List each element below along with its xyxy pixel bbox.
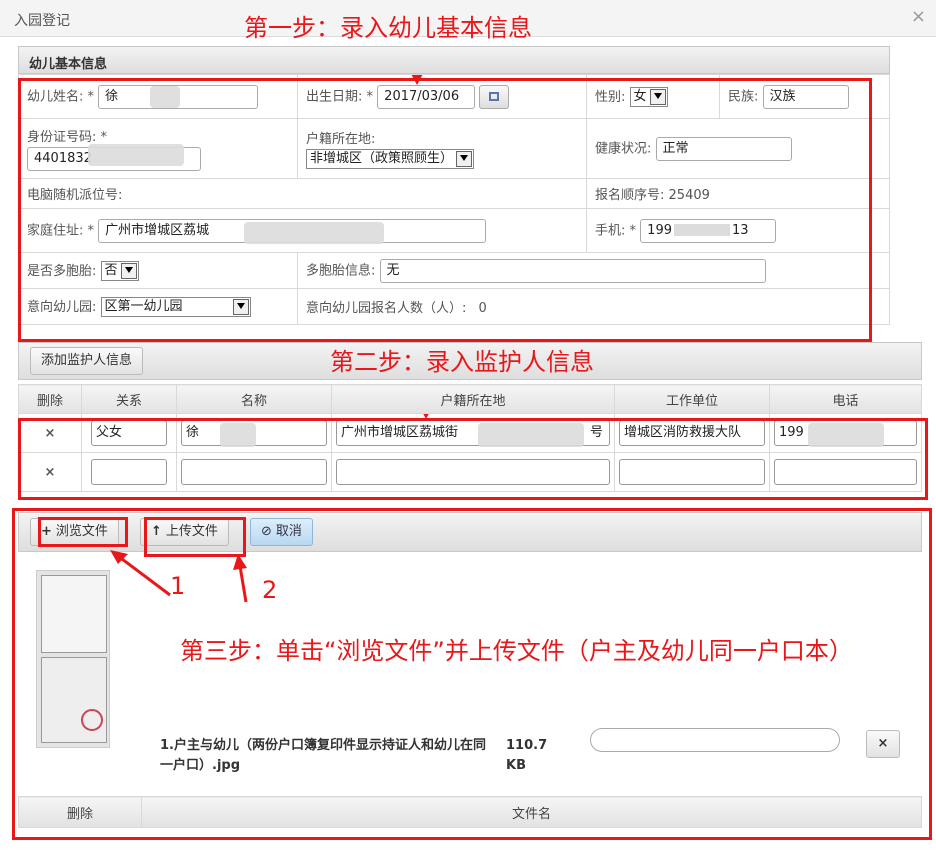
cancel-icon: ⊘ — [261, 524, 272, 539]
col-huji: 户籍所在地 — [331, 384, 615, 414]
basic-info-title: 幼儿基本信息 — [29, 57, 108, 72]
close-icon: × — [877, 736, 889, 751]
remove-file-button[interactable]: × — [866, 730, 900, 758]
file-table-header: 删除 文件名 — [18, 796, 922, 828]
file-size: 110.7 KB — [506, 738, 548, 773]
cancel-upload-label: 取消 — [275, 524, 302, 539]
file-col-delete: 删除 — [18, 796, 142, 828]
upload-progress-bar — [590, 728, 840, 752]
guardian-header-row: 删除 关系 名称 户籍所在地 工作单位 电话 — [18, 384, 922, 414]
step2-highlight — [18, 418, 928, 500]
marker-2: 2 — [262, 576, 278, 604]
col-delete: 删除 — [18, 384, 82, 414]
step1-highlight — [18, 78, 872, 342]
step1-annotation: 第一步：录入幼儿基本信息 — [244, 14, 532, 42]
col-name: 名称 — [176, 384, 332, 414]
col-work: 工作单位 — [614, 384, 770, 414]
close-icon[interactable]: × — [911, 6, 926, 27]
col-phone: 电话 — [769, 384, 922, 414]
thumbnail-page — [41, 657, 107, 743]
file-thumbnail — [36, 570, 110, 748]
marker-1: 1 — [170, 572, 186, 600]
step2-annotation: 第二步：录入监护人信息 — [330, 348, 594, 376]
file-table: 删除 文件名 — [18, 796, 922, 828]
dialog-title: 入园登记 — [14, 13, 70, 29]
thumbnail-page — [41, 575, 107, 653]
stamp-icon — [81, 709, 103, 731]
file-col-name: 文件名 — [141, 796, 922, 828]
file-name: 1.户主与幼儿（两份户口簿复印件显示持证人和幼儿在同一户口）.jpg — [160, 738, 486, 773]
basic-info-header: 幼儿基本信息 — [18, 46, 890, 74]
col-relation: 关系 — [81, 384, 177, 414]
add-guardian-button[interactable]: 添加监护人信息 — [30, 347, 144, 375]
step3-annotation: 第三步：单击“浏览文件”并上传文件（户主及幼儿同一户口本） — [180, 637, 853, 665]
